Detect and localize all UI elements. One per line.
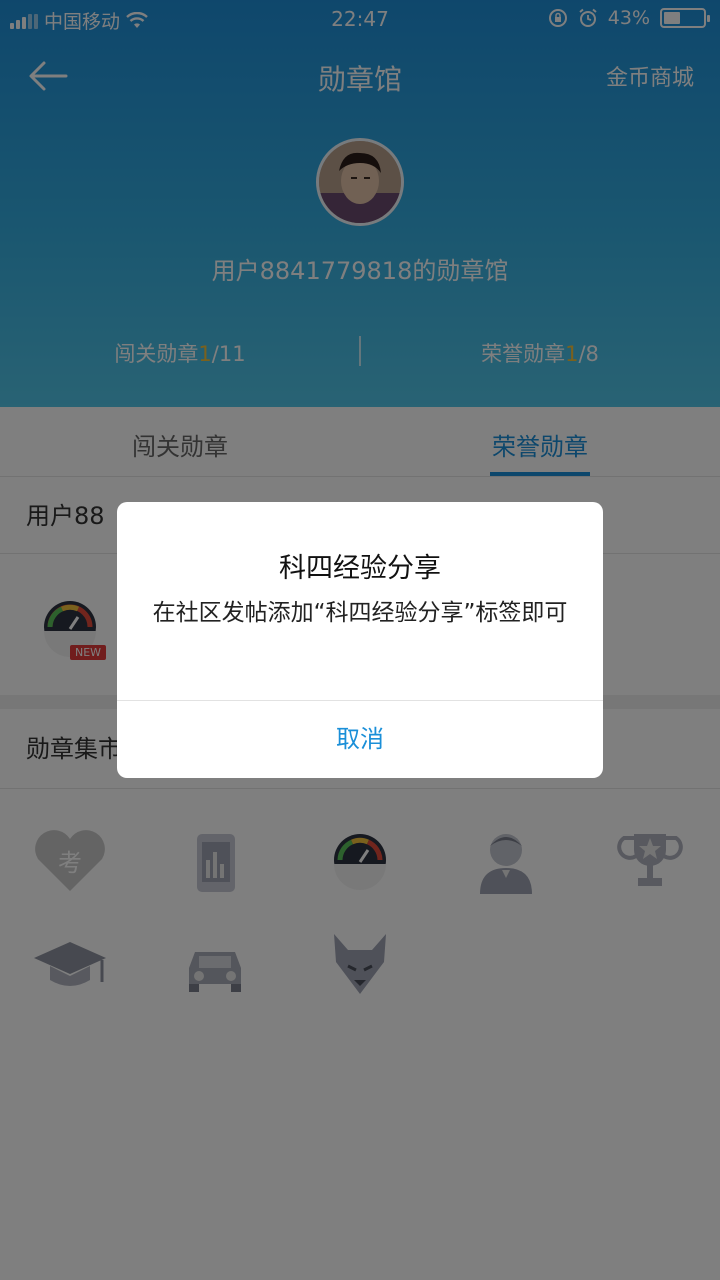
dialog-title: 科四经验分享 xyxy=(279,553,441,584)
dialog-message: 在社区发帖添加“科四经验分享”标签即可 xyxy=(152,600,568,626)
cancel-button[interactable]: 取消 xyxy=(117,701,603,778)
info-dialog: 科四经验分享 在社区发帖添加“科四经验分享”标签即可 取消 xyxy=(117,502,603,778)
